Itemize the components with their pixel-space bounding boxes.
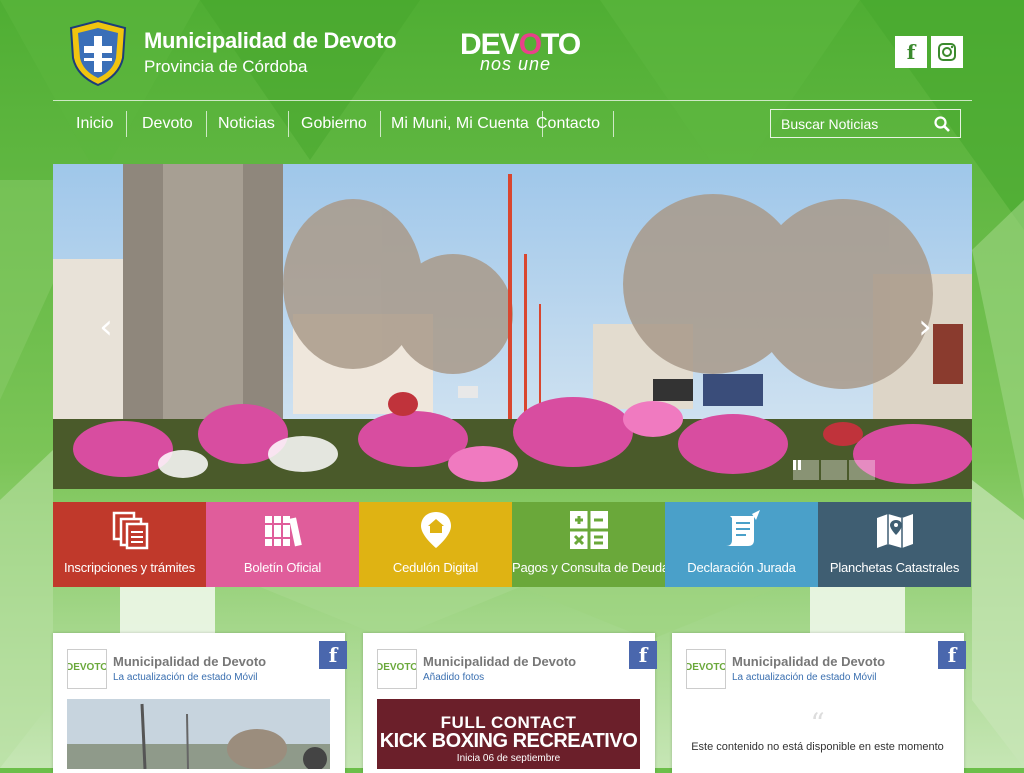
page-avatar[interactable]: DEVOTO	[66, 649, 108, 689]
instagram-button[interactable]	[931, 36, 963, 68]
post-status[interactable]: Añadido fotos	[423, 672, 484, 683]
facebook-icon: f	[906, 40, 916, 64]
nav-item-inicio[interactable]: Inicio	[63, 111, 128, 137]
post-image[interactable]: FULL CONTACT KICK BOXING RECREATIVO Inic…	[377, 699, 640, 769]
post-unavailable: “ Este contenido no está disponible en e…	[686, 699, 949, 769]
post-photo	[67, 699, 330, 769]
pause-icon	[793, 460, 801, 470]
page-avatar[interactable]: DEVOTO	[685, 649, 727, 689]
tile-label: Inscripciones y trámites	[63, 560, 196, 575]
tile-declaracion[interactable]: Declaración Jurada	[665, 502, 818, 587]
main-navigation: Inicio Devoto Noticias Gobierno Mi Muni,…	[53, 100, 972, 145]
brand-tagline: nos une	[480, 54, 552, 74]
svg-text:DEVOTO: DEVOTO	[68, 662, 106, 673]
tile-boletin[interactable]: Boletín Oficial	[206, 502, 359, 587]
post-author[interactable]: Municipalidad de Devoto	[732, 654, 885, 669]
slider-pause-button[interactable]	[793, 460, 875, 480]
site-subtitle: Provincia de Córdoba	[144, 57, 308, 76]
nav-item-devoto[interactable]: Devoto	[129, 111, 207, 137]
facebook-post-card[interactable]: f DEVOTO Municipalidad de Devoto Añadido…	[363, 633, 657, 773]
facebook-icon[interactable]: f	[319, 641, 347, 669]
nav-item-mi-muni[interactable]: Mi Muni, Mi Cuenta	[378, 111, 543, 137]
devoto-avatar-logo: DEVOTO	[66, 662, 108, 673]
post-author[interactable]: Municipalidad de Devoto	[423, 654, 576, 669]
quick-access-tiles: Inscripciones y trámites Boletín Oficial…	[53, 502, 972, 587]
unavailable-message: Este contenido no está disponible en est…	[691, 741, 944, 753]
slider-controls	[793, 460, 875, 480]
tile-label: Boletín Oficial	[243, 560, 322, 575]
documents-icon	[112, 511, 148, 550]
tile-cedulon[interactable]: Cedulón Digital	[359, 502, 512, 587]
facebook-icon[interactable]: f	[938, 641, 966, 669]
post-author[interactable]: Municipalidad de Devoto	[113, 654, 266, 669]
tile-label: Cedulón Digital	[392, 560, 479, 575]
books-icon	[264, 516, 302, 547]
tile-inscripciones[interactable]: Inscripciones y trámites	[53, 502, 206, 587]
search-box	[770, 109, 961, 138]
street-with-flowers-photo	[53, 164, 972, 489]
slider-next-arrow[interactable]: ›	[910, 307, 940, 347]
site-title: Municipalidad de Devoto	[144, 28, 397, 53]
svg-text:DEVOTO: DEVOTO	[687, 662, 725, 673]
tile-pagos[interactable]: Pagos y Consulta de Deuda	[512, 502, 669, 587]
page-avatar[interactable]: DEVOTO	[376, 649, 418, 689]
tile-label: Declaración Jurada	[687, 560, 796, 575]
tile-planchetas[interactable]: Planchetas Catastrales	[818, 502, 971, 587]
facebook-post-card[interactable]: f DEVOTO Municipalidad de Devoto La actu…	[53, 633, 347, 773]
post-status[interactable]: La actualización de estado Móvil	[113, 672, 258, 683]
slider-prev-arrow[interactable]: ‹	[91, 307, 121, 347]
quote-icon: “	[810, 707, 825, 740]
devoto-brand-logo[interactable]: DEVOTO nos une	[460, 28, 600, 78]
devoto-avatar-logo: DEVOTO	[376, 662, 418, 673]
facebook-feed: f DEVOTO Municipalidad de Devoto La actu…	[53, 633, 972, 773]
nav-item-gobierno[interactable]: Gobierno	[288, 111, 381, 137]
tile-label: Pagos y Consulta de Deuda	[512, 560, 669, 575]
instagram-icon	[938, 43, 956, 61]
facebook-button[interactable]: f	[895, 36, 927, 68]
search-icon[interactable]	[934, 116, 950, 132]
search-input[interactable]	[781, 114, 921, 134]
devoto-avatar-logo: DEVOTO	[685, 662, 727, 673]
post-status[interactable]: La actualización de estado Móvil	[732, 672, 877, 683]
post-image-line-3: Inicia 06 de septiembre	[456, 753, 561, 764]
tile-label: Planchetas Catastrales	[829, 560, 960, 575]
scroll-icon	[725, 510, 760, 546]
home-pin-icon	[420, 512, 451, 548]
nav-item-contacto[interactable]: Contacto	[523, 111, 615, 137]
facebook-post-card[interactable]: f DEVOTO Municipalidad de Devoto La actu…	[672, 633, 966, 773]
nav-item-noticias[interactable]: Noticias	[205, 111, 289, 137]
facebook-icon[interactable]: f	[629, 641, 657, 669]
svg-text:DEVOTO: DEVOTO	[378, 662, 416, 673]
hero-slider: ‹ ›	[53, 164, 972, 489]
calculator-icon	[569, 511, 608, 549]
site-header: Municipalidad de Devoto Provincia de Cór…	[53, 0, 972, 100]
post-image[interactable]	[67, 699, 330, 769]
slider-dot[interactable]	[821, 460, 847, 480]
post-image-line-2: KICK BOXING RECREATIVO	[379, 730, 638, 752]
municipal-crest-logo[interactable]	[63, 18, 133, 88]
map-icon	[876, 514, 913, 548]
